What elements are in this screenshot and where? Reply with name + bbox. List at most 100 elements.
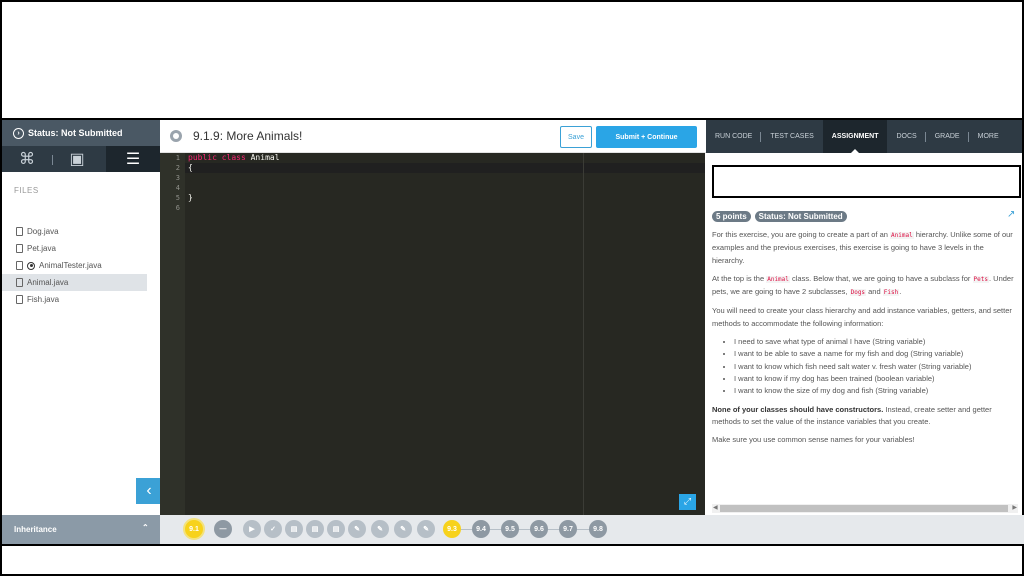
submission-status[interactable]: › Status: Not Submitted: [2, 120, 160, 146]
print-margin: [583, 153, 584, 515]
nav-step-9-7[interactable]: 9.7: [559, 520, 577, 538]
nav-step-9-5[interactable]: 9.5: [501, 520, 519, 538]
paragraph: At the top is the Animal class. Below th…: [712, 273, 1018, 300]
scroll-left-icon[interactable]: ◀: [713, 504, 718, 513]
text: For this exercise, you are going to crea…: [712, 230, 888, 239]
file-icon: [16, 261, 23, 270]
document-icon[interactable]: ▤: [327, 520, 345, 538]
tab-run-code[interactable]: RUN CODE: [706, 120, 762, 153]
inline-code: Dogs: [849, 289, 867, 297]
line-gutter: 1 2 3 4 5 6: [160, 153, 185, 515]
file-item-pet[interactable]: Pet.java: [2, 240, 147, 257]
text: and: [868, 287, 881, 297]
pencil-icon[interactable]: ✎: [394, 520, 412, 538]
line-number: 5: [175, 194, 180, 202]
code-text: }: [188, 193, 193, 202]
files-label: FILES: [14, 186, 39, 195]
points-badge: 5 points: [712, 211, 751, 222]
badges: 5 points Status: Not Submitted: [712, 211, 847, 222]
scrollbar-thumb[interactable]: [720, 505, 1008, 512]
inline-code: Pets: [972, 275, 989, 283]
list-item: I need to save what type of animal I hav…: [734, 336, 1018, 348]
nav-step-9-6[interactable]: 9.6: [530, 520, 548, 538]
list-icon[interactable]: ☰: [106, 146, 160, 172]
video-icon[interactable]: ▶: [243, 520, 261, 538]
file-list: Dog.java Pet.java AnimalTester.java Anim…: [2, 223, 160, 308]
paragraph: Make sure you use common sense names for…: [712, 435, 915, 445]
file-icon: [16, 295, 23, 304]
tab-grade[interactable]: GRADE: [926, 120, 969, 153]
file-item-animal[interactable]: Animal.java: [2, 274, 147, 291]
file-name: Dog.java: [27, 227, 59, 236]
nav-step-9-4[interactable]: 9.4: [472, 520, 490, 538]
tab-docs[interactable]: DOCS: [887, 120, 926, 153]
bold-text: None of your classes should have constru…: [712, 404, 884, 414]
code-line: {: [185, 163, 705, 173]
status-badge: Status: Not Submitted: [754, 211, 847, 222]
line-number: 1: [175, 154, 180, 162]
text: .: [899, 287, 902, 297]
expand-icon: ⤢: [683, 497, 692, 507]
sidebar-tabs: ⌘ ▣ ☰: [2, 146, 160, 172]
file-item-fish[interactable]: Fish.java: [2, 291, 147, 308]
tab-more[interactable]: MORE: [969, 120, 1008, 153]
save-button[interactable]: Save: [560, 126, 592, 148]
document-icon[interactable]: ▤: [306, 520, 324, 538]
assignment-panel: 5 points Status: Not Submitted ↗ For thi…: [706, 153, 1024, 515]
book-icon[interactable]: ▣: [52, 146, 102, 172]
pencil-icon[interactable]: ✎: [417, 520, 435, 538]
file-name: AnimalTester.java: [39, 261, 102, 270]
minus-icon[interactable]: —: [214, 520, 232, 538]
code-area[interactable]: public class Animal { }: [185, 153, 705, 213]
code-editor[interactable]: 1 2 3 4 5 6 public class Animal { } ⤢: [160, 153, 705, 515]
file-item-animal-tester[interactable]: AnimalTester.java: [2, 257, 147, 274]
expand-editor-button[interactable]: ⤢: [679, 494, 696, 510]
file-icon: [16, 244, 23, 253]
assignment-text: For this exercise, you are going to crea…: [712, 229, 1018, 452]
file-icon: [16, 278, 23, 287]
horizontal-scrollbar[interactable]: ◀ ▶: [712, 504, 1018, 513]
file-icon: [16, 227, 23, 236]
lesson-nav: Inheritance ⌃ 9.1 — ▶ ✓ ▤ ▤ ▤ ✎ ✎ ✎ ✎ 9.…: [0, 515, 1024, 544]
document-icon[interactable]: ▤: [285, 520, 303, 538]
line-number: 2: [175, 164, 180, 172]
quiz-icon[interactable]: ✓: [264, 520, 282, 538]
nav-step-9-3[interactable]: 9.3: [443, 520, 461, 538]
chevron-left-icon: ‹: [146, 482, 152, 499]
status-text: Status: Not Submitted: [28, 128, 123, 138]
file-name: Fish.java: [27, 295, 60, 304]
tab-test-cases[interactable]: TEST CASES: [761, 120, 822, 153]
lesson-selector[interactable]: Inheritance ⌃: [0, 515, 160, 544]
map-icon[interactable]: ⌘: [2, 146, 53, 172]
tab-assignment[interactable]: ASSIGNMENT: [822, 120, 888, 153]
submit-continue-button[interactable]: Submit + Continue: [596, 126, 697, 148]
paragraph: For this exercise, you are going to crea…: [712, 229, 1018, 267]
list-item: I want to know which fish need salt wate…: [734, 361, 1018, 373]
top-blank-band: [0, 0, 1024, 120]
paragraph: You will need to create your class hiera…: [712, 306, 1012, 328]
external-link-icon[interactable]: ↗: [1007, 209, 1015, 220]
nav-step-9-8[interactable]: 9.8: [589, 520, 607, 538]
keyword: public class: [188, 153, 246, 162]
exercise-title: 9.1.9: More Animals!: [193, 129, 303, 143]
pencil-icon[interactable]: ✎: [348, 520, 366, 538]
line-number: 3: [175, 174, 180, 182]
text: At the top is the: [712, 273, 765, 283]
scroll-right-icon[interactable]: ▶: [1012, 504, 1017, 513]
pencil-icon[interactable]: ✎: [371, 520, 389, 538]
file-name: Animal.java: [27, 278, 69, 287]
inline-code: Fish: [882, 289, 900, 297]
inline-code: Animal: [890, 232, 914, 239]
paragraph: None of your classes should have constru…: [712, 404, 1018, 429]
collapse-sidebar-button[interactable]: ‹: [136, 478, 162, 504]
code-line: public class Animal: [188, 153, 705, 163]
exercise-icon: [170, 130, 182, 142]
text: class. Below that, we are going to have …: [792, 273, 971, 283]
status-circle-icon: ›: [13, 127, 24, 139]
nav-current-lesson[interactable]: 9.1: [183, 518, 205, 540]
file-item-dog[interactable]: Dog.java: [2, 223, 147, 240]
bottom-blank-band: [0, 544, 1024, 576]
line-number: 6: [175, 204, 180, 212]
